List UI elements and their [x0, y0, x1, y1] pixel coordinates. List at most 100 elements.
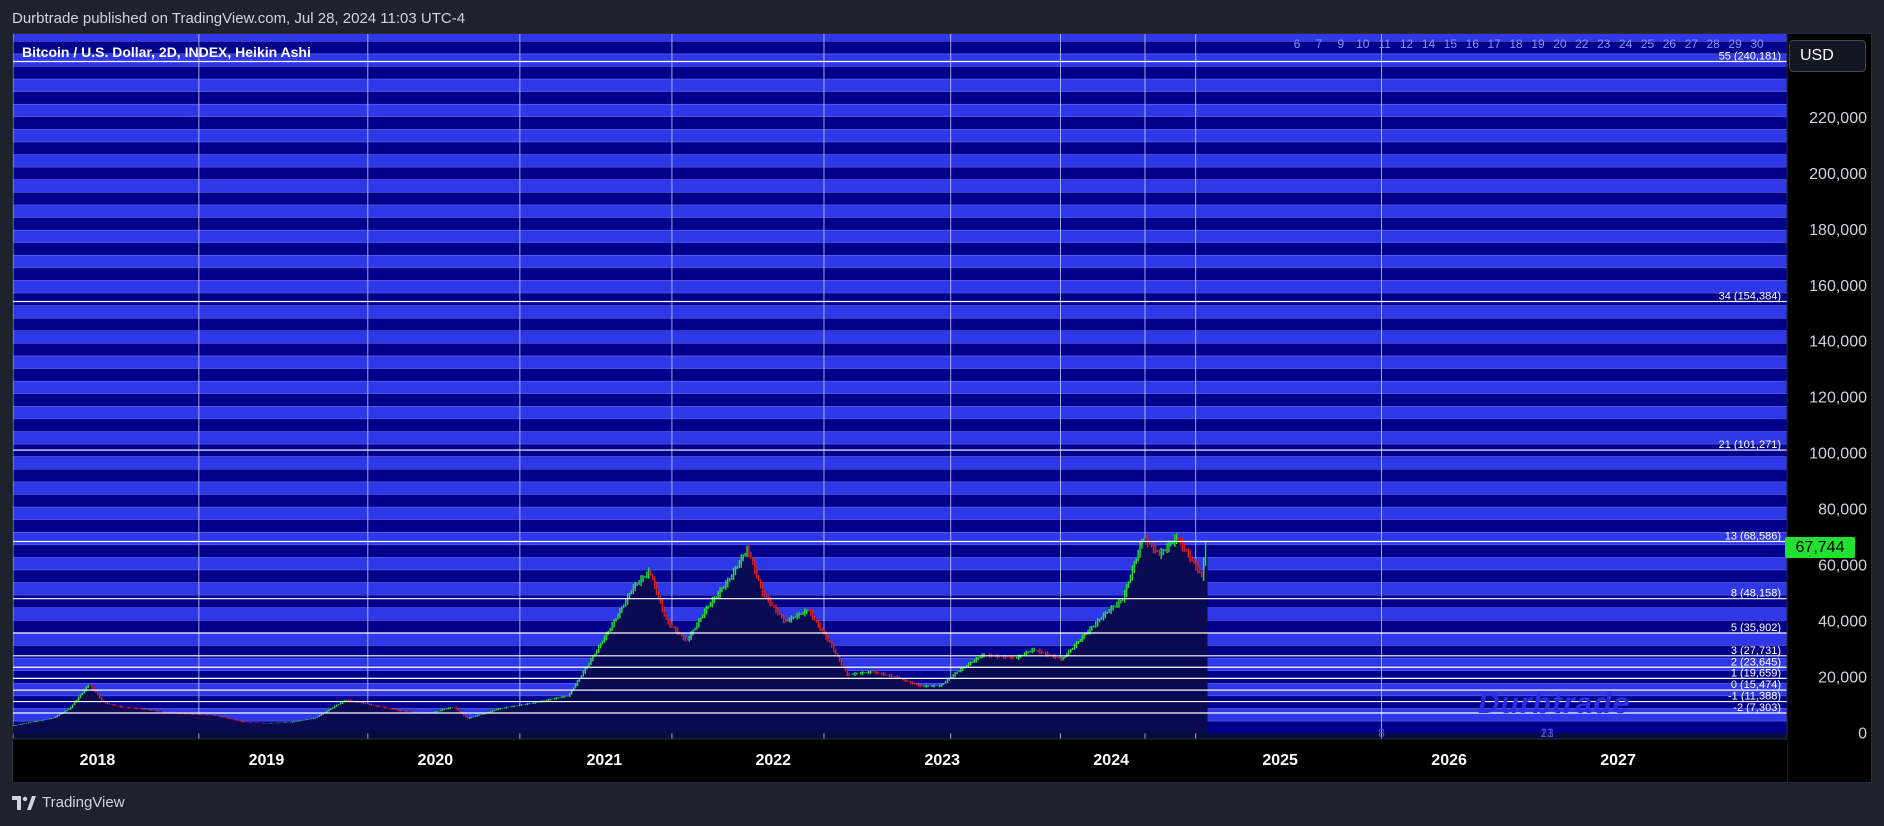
fib-level-label: 13 (68,586) [1725, 531, 1781, 543]
price-band [13, 544, 1787, 558]
price-band [13, 582, 1787, 595]
y-tick-label: 200,000 [1809, 166, 1867, 183]
price-band [13, 418, 1787, 432]
time-fib-top-label: 6 [1294, 37, 1301, 51]
y-tick-label: 0 [1858, 725, 1867, 742]
published-header: Durbtrade published on TradingView.com, … [12, 10, 466, 27]
y-tick-label: 100,000 [1809, 446, 1867, 463]
price-band [13, 506, 1787, 520]
currency-button[interactable]: USD [1789, 40, 1866, 72]
price-band [13, 406, 1787, 419]
tradingview-footer[interactable]: TradingView [12, 794, 125, 811]
fib-level-label: 8 (48,158) [1731, 588, 1781, 600]
time-fib-bottom-label: 8 [1378, 726, 1385, 740]
price-band [13, 242, 1787, 256]
price-band [13, 519, 1787, 532]
price-band [13, 431, 1787, 444]
price-band [13, 632, 1787, 646]
price-band [13, 66, 1787, 79]
price-band [13, 129, 1787, 142]
price-band [13, 229, 1787, 243]
price-band [13, 78, 1787, 92]
price-band [13, 620, 1787, 633]
price-band [13, 330, 1787, 344]
time-fib-top-label: 17 [1487, 37, 1501, 51]
time-fib-top-label: 16 [1466, 37, 1480, 51]
price-band [13, 469, 1787, 482]
x-tick-label: 2026 [1431, 752, 1467, 769]
price-band [13, 657, 1787, 671]
x-tick-label: 2019 [249, 752, 285, 769]
y-tick-label: 20,000 [1818, 669, 1867, 686]
price-band [13, 116, 1787, 130]
fib-level-label: 55 (240,181) [1719, 50, 1781, 62]
fib-level-label: -1 (11,388) [1728, 691, 1781, 703]
price-band [13, 255, 1787, 268]
y-tick-label: 160,000 [1809, 278, 1867, 295]
y-tick-label: 180,000 [1809, 222, 1867, 239]
x-tick-label: 2024 [1093, 752, 1129, 769]
x-axis[interactable]: 2018 2019 2020 2021 2022 2023 2024 2025 2026 2027 [13, 738, 1787, 782]
price-band [13, 594, 1787, 608]
price-band [13, 103, 1787, 117]
time-fib-top-label: 12 [1400, 37, 1414, 51]
price-chart[interactable]: 55 (240,181) 34 (154,384) 21 (101,271) 13 (… [13, 34, 1871, 782]
time-fib-bottom-label: 21 [1540, 726, 1554, 740]
time-fib-top-label: 25 [1641, 37, 1655, 51]
fib-level-label: 34 (154,384) [1719, 290, 1781, 302]
price-band [13, 141, 1787, 155]
time-fib-top-label: 22 [1575, 37, 1589, 51]
price-band [13, 305, 1787, 318]
y-tick-label: 220,000 [1809, 110, 1867, 127]
fib-level-label: 0 (15,474) [1731, 679, 1781, 691]
y-tick-label: 140,000 [1809, 334, 1867, 351]
fib-level-label: 3 (27,731) [1731, 645, 1781, 657]
time-fib-top-label: 7 [1316, 37, 1323, 51]
y-tick-label: 80,000 [1818, 502, 1867, 519]
fib-level-label: -2 (7,303) [1733, 702, 1781, 714]
price-band [13, 204, 1787, 218]
price-band [13, 456, 1787, 470]
time-fib-top-label: 10 [1356, 37, 1370, 51]
chart-frame[interactable]: 55 (240,181) 34 (154,384) 21 (101,271) 13 (… [12, 33, 1872, 783]
time-fib-top-label: 27 [1685, 37, 1699, 51]
y-tick-label: 40,000 [1818, 614, 1867, 631]
time-fib-top-label: 23 [1597, 37, 1611, 51]
x-tick-label: 2020 [418, 752, 454, 769]
price-band [13, 280, 1787, 293]
time-fib-top-label: 19 [1531, 37, 1545, 51]
base-band [13, 733, 1787, 739]
price-band [13, 557, 1787, 570]
time-fib-top-label: 14 [1422, 37, 1436, 51]
price-band [13, 267, 1787, 281]
author-watermark: Durbtrade [1478, 687, 1631, 720]
time-fib-top-label: 30 [1750, 37, 1764, 51]
price-band [13, 531, 1787, 545]
time-fib-top-label: 20 [1553, 37, 1567, 51]
time-fib-top-label: 26 [1663, 37, 1677, 51]
price-band [13, 481, 1787, 495]
x-tick-label: 2025 [1262, 752, 1298, 769]
price-band [13, 393, 1787, 407]
tradingview-logo-icon [12, 795, 36, 810]
price-band [13, 154, 1787, 167]
time-fib-top-label: 9 [1338, 37, 1345, 51]
price-band [13, 494, 1787, 507]
price-band [13, 607, 1787, 621]
time-fib-top-label: 29 [1728, 37, 1742, 51]
y-axis[interactable]: 0 20,000 40,000 60,000 80,000 100,000 120,000 1… [1786, 34, 1871, 782]
price-band [13, 355, 1787, 369]
y-tick-label: 60,000 [1818, 558, 1867, 575]
time-fib-top-label: 15 [1444, 37, 1458, 51]
last-price-badge: 67,744 [1785, 537, 1855, 558]
price-band [13, 569, 1787, 583]
symbol-legend[interactable]: Bitcoin / U.S. Dollar, 2D, INDEX, Heikin… [22, 44, 311, 60]
price-band [13, 217, 1787, 230]
price-band [13, 166, 1787, 180]
price-band [13, 368, 1787, 381]
x-tick-label: 2021 [587, 752, 623, 769]
price-band [13, 292, 1787, 306]
price-band [13, 179, 1787, 193]
fib-level-label: 1 (19,659) [1731, 667, 1781, 679]
y-tick-label: 120,000 [1809, 390, 1867, 407]
